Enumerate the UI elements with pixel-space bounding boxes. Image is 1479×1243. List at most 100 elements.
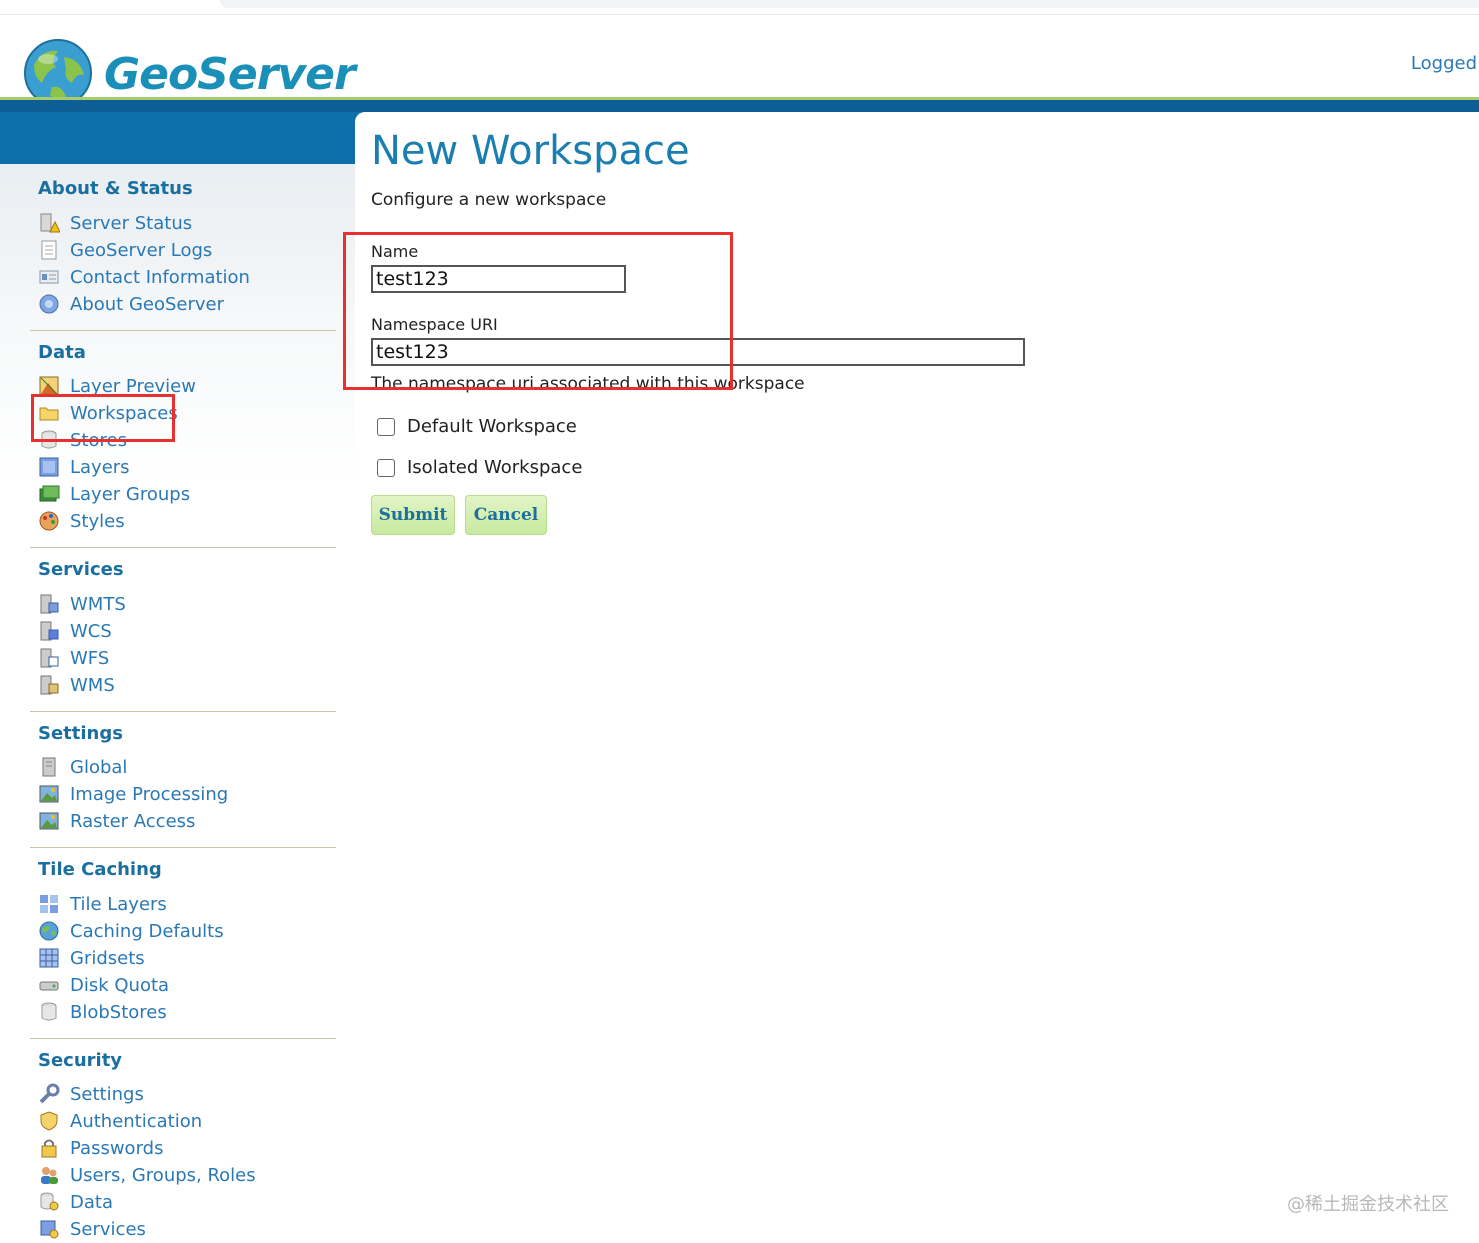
sidebar-item-label: Data xyxy=(70,1191,113,1213)
section-title: Data xyxy=(38,342,86,363)
section-title: About & Status xyxy=(38,178,193,199)
default-workspace-label: Default Workspace xyxy=(407,416,577,437)
sidebar-item-contact-information[interactable]: Contact Information xyxy=(38,264,250,290)
layer-group-icon xyxy=(39,485,60,502)
sidebar-item-label: Layer Groups xyxy=(70,483,191,505)
sidebar-item-server-status[interactable]: Server Status xyxy=(38,210,192,236)
document-icon xyxy=(41,240,57,260)
sidebar-item-wmts[interactable]: WMTS xyxy=(38,591,126,617)
sidebar-item-tile-layers[interactable]: Tile Layers xyxy=(38,891,167,917)
sidebar-item-users-groups-roles[interactable]: Users, Groups, Roles xyxy=(38,1162,256,1188)
about-globe-icon xyxy=(39,294,59,314)
isolated-workspace-row[interactable]: Isolated Workspace xyxy=(377,457,582,478)
sidebar-item-global[interactable]: Global xyxy=(38,754,127,780)
server-status-icon xyxy=(40,213,60,233)
sidebar-item-wcs[interactable]: WCS xyxy=(38,618,112,644)
image-icon xyxy=(39,812,59,830)
sidebar-divider xyxy=(30,711,336,712)
page-title: New Workspace xyxy=(371,128,690,174)
sidebar-item-label: Image Processing xyxy=(70,783,229,805)
server-icon xyxy=(40,675,59,695)
sidebar-item-label: BlobStores xyxy=(70,1001,167,1023)
database-icon xyxy=(41,1002,57,1021)
layer-preview-icon xyxy=(39,376,59,396)
sidebar-item-label: Settings xyxy=(70,1083,144,1105)
sidebar-item-styles[interactable]: Styles xyxy=(38,508,125,534)
sidebar-divider xyxy=(30,547,336,548)
shield-icon xyxy=(40,1111,58,1131)
section-title: Settings xyxy=(38,723,123,744)
sidebar-item-label: Caching Defaults xyxy=(70,920,224,942)
sidebar-item-label: Contact Information xyxy=(70,266,250,288)
server-icon xyxy=(40,621,59,641)
default-workspace-row[interactable]: Default Workspace xyxy=(377,416,577,437)
name-input[interactable] xyxy=(371,265,626,293)
contact-card-icon xyxy=(39,270,59,284)
namespace-uri-hint: The namespace uri associated with this w… xyxy=(371,374,805,394)
sidebar-item-label: Authentication xyxy=(70,1110,203,1132)
sidebar-item-about-geoserver[interactable]: About GeoServer xyxy=(38,291,224,317)
default-workspace-checkbox[interactable] xyxy=(377,417,395,436)
folder-icon xyxy=(39,407,59,421)
sidebar-item-label: Tile Layers xyxy=(70,893,167,915)
sidebar-item-label: WMS xyxy=(70,674,115,696)
sidebar-item-label: Disk Quota xyxy=(70,974,170,996)
sidebar-item-security-data[interactable]: Data xyxy=(38,1189,113,1215)
sidebar-divider xyxy=(30,847,336,848)
sidebar-item-disk-quota[interactable]: Disk Quota xyxy=(38,972,169,998)
services-key-icon xyxy=(40,1220,59,1239)
sidebar-item-layer-groups[interactable]: Layer Groups xyxy=(38,481,190,507)
sidebar-item-image-processing[interactable]: Image Processing xyxy=(38,781,228,807)
sidebar-item-label: Global xyxy=(70,756,128,778)
image-icon xyxy=(39,785,59,803)
brand-name[interactable]: GeoServer xyxy=(104,49,356,100)
sidebar-item-label: Layer Preview xyxy=(70,375,196,397)
sidebar-item-label: About GeoServer xyxy=(70,293,225,315)
sidebar-item-label: Services xyxy=(70,1218,146,1240)
logged-in-status: Logged xyxy=(1410,53,1477,74)
browser-top-strip xyxy=(0,0,1479,15)
sidebar-item-label: Styles xyxy=(70,510,125,532)
sidebar-item-layers[interactable]: Layers xyxy=(38,454,130,480)
sidebar-item-label: Server Status xyxy=(70,212,193,234)
layer-icon xyxy=(39,457,59,477)
sidebar-item-security-settings[interactable]: Settings xyxy=(38,1081,144,1107)
sidebar-item-label: Raster Access xyxy=(70,810,196,832)
namespace-uri-input[interactable] xyxy=(371,338,1025,366)
sidebar-item-label: Layers xyxy=(70,456,130,478)
sidebar-item-layer-preview[interactable]: Layer Preview xyxy=(38,373,196,399)
sidebar-item-passwords[interactable]: Passwords xyxy=(38,1135,163,1161)
cancel-button[interactable]: Cancel xyxy=(465,495,547,535)
globe-icon xyxy=(39,921,59,941)
isolated-workspace-label: Isolated Workspace xyxy=(407,457,583,478)
header-blue-bar-top xyxy=(0,100,1479,112)
data-key-icon xyxy=(40,1192,59,1211)
sidebar-item-label: WCS xyxy=(70,620,112,642)
sidebar-item-label: GeoServer Logs xyxy=(70,239,213,261)
sidebar-item-wfs[interactable]: WFS xyxy=(38,645,109,671)
section-title: Security xyxy=(38,1050,123,1071)
sidebar-item-raster-access[interactable]: Raster Access xyxy=(38,808,195,834)
sidebar-item-label: WMTS xyxy=(70,593,126,615)
sidebar-item-workspaces[interactable]: Workspaces xyxy=(38,400,178,426)
server-icon xyxy=(42,757,56,777)
isolated-workspace-checkbox[interactable] xyxy=(377,458,395,477)
name-label: Name xyxy=(371,242,419,261)
sidebar-item-caching-defaults[interactable]: Caching Defaults xyxy=(38,918,224,944)
sidebar-item-blobstores[interactable]: BlobStores xyxy=(38,999,167,1025)
sidebar-item-authentication[interactable]: Authentication xyxy=(38,1108,202,1134)
sidebar-item-security-services[interactable]: Services xyxy=(38,1216,146,1242)
sidebar-item-gridsets[interactable]: Gridsets xyxy=(38,945,145,971)
submit-button[interactable]: Submit xyxy=(371,495,455,535)
sidebar-divider xyxy=(30,1038,336,1039)
sidebar-item-label: Users, Groups, Roles xyxy=(70,1164,256,1186)
sidebar-item-label: Gridsets xyxy=(70,947,145,969)
watermark: @稀土掘金技术社区 xyxy=(1287,1194,1449,1215)
sidebar-item-wms[interactable]: WMS xyxy=(38,672,115,698)
sidebar-item-stores[interactable]: Stores xyxy=(38,427,127,453)
namespace-uri-label: Namespace URI xyxy=(371,315,498,334)
main-panel: New Workspace Configure a new workspace … xyxy=(355,112,1479,1243)
header: GeoServer Logged xyxy=(0,15,1479,107)
sidebar-item-geoserver-logs[interactable]: GeoServer Logs xyxy=(38,237,212,263)
grid-icon xyxy=(39,948,59,968)
